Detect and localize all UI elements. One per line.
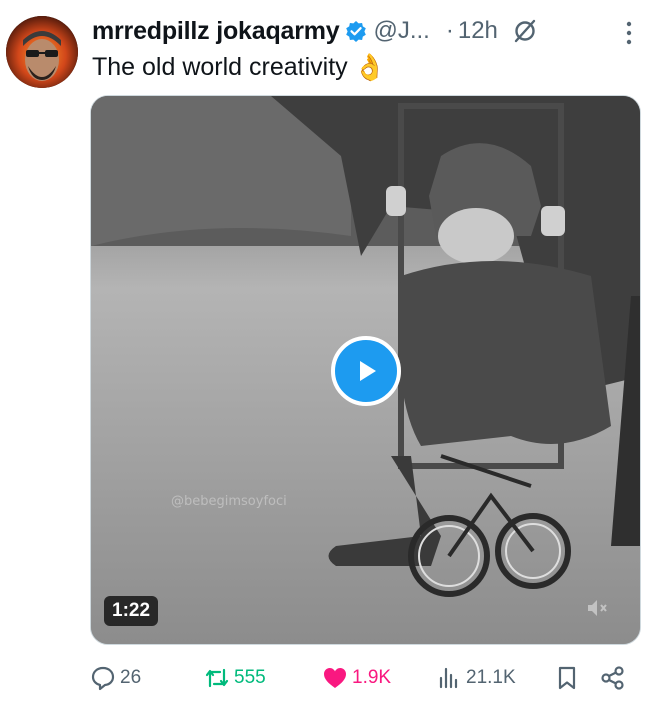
grok-icon[interactable] bbox=[512, 18, 538, 44]
separator-dot: · bbox=[445, 17, 454, 44]
avatar[interactable] bbox=[6, 16, 78, 88]
views-icon bbox=[439, 667, 458, 689]
repost-count: 555 bbox=[234, 667, 266, 688]
play-button[interactable] bbox=[331, 336, 401, 406]
like-count: 1.9K bbox=[352, 667, 392, 688]
views-button[interactable]: 21.1K bbox=[436, 662, 516, 694]
ok-hand-emoji: 👌 bbox=[353, 52, 387, 82]
display-name[interactable]: mrredpillz jokaqarmy bbox=[92, 17, 340, 46]
video-watermark: @bebegimsoyfoci bbox=[171, 494, 287, 509]
repost-button[interactable]: 555 bbox=[204, 662, 266, 694]
video-player[interactable]: @bebegimsoyfoci 1:22 bbox=[90, 95, 641, 645]
video-duration: 1:22 bbox=[104, 596, 159, 626]
handle[interactable]: @J... bbox=[373, 17, 429, 45]
reply-button[interactable]: 26 bbox=[90, 662, 141, 694]
timestamp[interactable]: 12h bbox=[458, 17, 498, 45]
bookmark-icon bbox=[558, 666, 576, 690]
share-icon bbox=[601, 666, 624, 690]
view-count: 21.1K bbox=[466, 667, 516, 688]
verified-badge-icon bbox=[346, 21, 367, 42]
post-text: The old world creativity 👌 bbox=[92, 52, 386, 83]
post-body: The old world creativity bbox=[92, 53, 348, 81]
like-button[interactable]: 1.9K bbox=[322, 662, 391, 694]
play-icon bbox=[360, 361, 376, 381]
bookmark-button[interactable] bbox=[554, 662, 584, 694]
like-icon bbox=[324, 668, 346, 688]
mute-icon[interactable] bbox=[585, 596, 609, 620]
repost-icon bbox=[205, 668, 229, 688]
share-button[interactable] bbox=[600, 662, 630, 694]
action-bar: 26 555 1.9K 21.1K bbox=[90, 662, 630, 694]
reply-count: 26 bbox=[120, 667, 142, 688]
more-icon[interactable] bbox=[617, 18, 641, 48]
reply-icon bbox=[91, 666, 115, 691]
post-header: mrredpillz jokaqarmy @J... · 12h bbox=[92, 14, 641, 48]
